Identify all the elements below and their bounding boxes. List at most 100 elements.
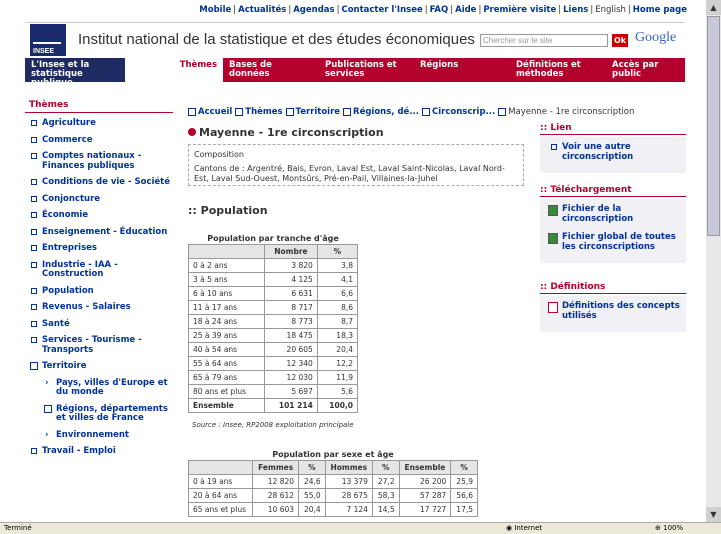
scroll-up-icon[interactable]: ▲ — [706, 0, 721, 15]
table-cell: 101 214 — [264, 398, 318, 413]
title-bullet-icon — [188, 128, 196, 136]
sidebar-subitem-environnement[interactable]: › Environnement — [25, 429, 173, 441]
table-sex-caption: Population par sexe et âge — [272, 450, 394, 459]
expand-icon[interactable] — [30, 362, 38, 370]
sidebar-item-population[interactable]: Population — [25, 286, 173, 297]
row-label: 6 à 10 ans — [187, 286, 266, 301]
sidebar-subitem-regions[interactable]: Régions, départements et villes de Franc… — [25, 404, 173, 424]
breadcrumb-icon — [235, 107, 244, 116]
link-autre-circonscription[interactable]: Voir une autre circonscription — [545, 142, 681, 162]
menu-bases-de-donnees[interactable]: Bases de données — [223, 58, 319, 82]
sidebar-item-commerce[interactable]: Commerce — [25, 135, 173, 146]
arrow-icon: › — [45, 377, 49, 388]
table-cell: 55,0 — [298, 488, 326, 503]
menu-definitions-methodes[interactable]: Définitions et méthodes — [510, 58, 606, 82]
sidebar-item-revenus[interactable]: Revenus - Salaires — [25, 302, 173, 313]
expand-icon[interactable] — [44, 404, 52, 413]
sidebar-item-economie[interactable]: Économie — [25, 210, 173, 221]
bullet-icon — [31, 120, 37, 126]
breadcrumb-icon — [421, 107, 430, 116]
table-cell: 4,1 — [316, 272, 359, 287]
sidebar-subitem-pays[interactable]: › Pays, villes d'Europe et du monde — [25, 377, 173, 398]
sidebar-item-agriculture[interactable]: Agriculture — [25, 118, 173, 129]
menu-acces-par-public[interactable]: Accès par public — [606, 58, 685, 82]
sidebar-item-services[interactable]: Services - Tourisme - Transports — [25, 335, 173, 355]
table-cell: 12 340 — [264, 356, 318, 371]
breadcrumb-icon — [285, 107, 294, 116]
sidebar-item-enseignement[interactable]: Enseignement - Éducation — [25, 227, 173, 238]
table-age-caption: Population par tranche d'âge — [207, 234, 339, 243]
link-fichier-global[interactable]: Fichier global de toutes les circonscrip… — [545, 232, 681, 252]
breadcrumb-themes[interactable]: Thèmes — [245, 107, 282, 117]
zoom-icon: ⊕ — [655, 524, 661, 532]
bullet-icon — [31, 179, 37, 185]
bullet-icon — [31, 245, 37, 251]
breadcrumb-circonscriptions[interactable]: Circonscrip... — [432, 107, 495, 117]
nav-link-home[interactable]: Home page — [633, 5, 687, 15]
search-ok-button[interactable]: Ok — [612, 34, 628, 47]
population-heading: :: Population — [188, 204, 268, 217]
search-input[interactable]: Chercher sur le site — [480, 34, 608, 47]
column-header: % — [450, 460, 478, 475]
table-cell: 18,3 — [316, 328, 359, 343]
table-cell: 25,9 — [450, 474, 478, 489]
vertical-scrollbar[interactable]: ▲ ▼ — [706, 0, 721, 522]
sidebar-item-travail-emploi[interactable]: Travail - Emploi — [25, 446, 173, 457]
sidebar-item-conjoncture[interactable]: Conjoncture — [25, 194, 173, 205]
row-label: 40 à 54 ans — [187, 342, 266, 357]
row-label: 65 ans et plus — [187, 502, 254, 517]
breadcrumb-icon — [343, 107, 352, 116]
row-label: 18 à 24 ans — [187, 314, 266, 329]
nav-link-actualites[interactable]: Actualités — [238, 5, 286, 15]
sidebar-item-industrie[interactable]: Industrie - IAA - Construction — [25, 260, 173, 280]
nav-link-english[interactable]: English — [595, 5, 626, 15]
sidebar-item-territoire[interactable]: Territoire — [25, 361, 173, 372]
bullet-icon — [31, 320, 37, 327]
composition-text: Cantons de : Argentré, Bais, Evron, Lava… — [194, 164, 505, 183]
sidebar-item-comptes-nationaux[interactable]: Comptes nationaux - Finances publiques — [25, 151, 173, 171]
status-text: Terminé — [4, 524, 32, 532]
nav-link-agendas[interactable]: Agendas — [293, 5, 334, 15]
nav-link-faq[interactable]: FAQ — [430, 5, 449, 15]
themes-sidebar: Thèmes Agriculture Commerce Comptes nati… — [25, 97, 173, 464]
menu-regions[interactable]: Régions — [414, 58, 510, 82]
sidebar-item-entreprises[interactable]: Entreprises — [25, 243, 173, 254]
sidebar-item-sante[interactable]: Santé — [25, 319, 173, 330]
table-cell: 5 697 — [264, 384, 318, 399]
breadcrumb-accueil[interactable]: Accueil — [198, 107, 232, 117]
link-fichier-circonscription[interactable]: Fichier de la circonscription — [545, 204, 681, 224]
scrollbar-thumb[interactable] — [707, 16, 720, 236]
row-label: Ensemble — [187, 398, 266, 413]
zoom-level[interactable]: ⊕ 100% — [655, 524, 683, 532]
arrow-icon: › — [45, 429, 49, 440]
menu-insee-statistique[interactable]: L'Insee et la statistique publique — [25, 58, 125, 88]
table-cell: 8,7 — [316, 314, 359, 329]
table-row: 20 à 64 ans 28 612 55,0 28 675 58,3 57 287 56,… — [187, 488, 478, 503]
table-cell: 12 030 — [264, 370, 318, 385]
menu-publications-services[interactable]: Publications et services — [319, 58, 414, 82]
menu-themes[interactable]: Thèmes — [125, 58, 223, 82]
nav-link-liens[interactable]: Liens — [563, 5, 588, 15]
insee-logo[interactable]: INSEE — [30, 23, 66, 56]
scroll-down-icon[interactable]: ▼ — [706, 507, 721, 522]
table-cell: 8 773 — [264, 314, 318, 329]
table-cell: 6,6 — [316, 286, 359, 301]
definitions-box: Définitions des concepts utilisés — [540, 296, 686, 332]
link-definitions-concepts[interactable]: Définitions des concepts utilisés — [545, 301, 681, 321]
breadcrumb-regions[interactable]: Régions, dé... — [353, 107, 419, 117]
sidebar-item-conditions-de-vie[interactable]: Conditions de vie - Société — [25, 177, 173, 188]
telechargement-box: Fichier de la circonscription Fichier gl… — [540, 199, 686, 263]
nav-link-premiere-visite[interactable]: Première visite — [483, 5, 556, 15]
bullet-icon — [31, 195, 37, 202]
google-search-logo[interactable]: Google — [635, 30, 676, 46]
row-label: 3 à 5 ans — [187, 272, 266, 287]
nav-link-contact[interactable]: Contacter l'Insee — [341, 5, 422, 15]
table-cell: 57 287 — [398, 488, 452, 503]
bullet-icon — [31, 261, 37, 268]
breadcrumb-territoire[interactable]: Territoire — [296, 107, 341, 117]
nav-link-aide[interactable]: Aide — [455, 5, 476, 15]
table-cell: 26 200 — [398, 474, 452, 489]
table-cell: 12,2 — [316, 356, 359, 371]
sidebar-heading: Thèmes — [25, 97, 173, 113]
nav-link-mobile[interactable]: Mobile — [199, 5, 231, 15]
